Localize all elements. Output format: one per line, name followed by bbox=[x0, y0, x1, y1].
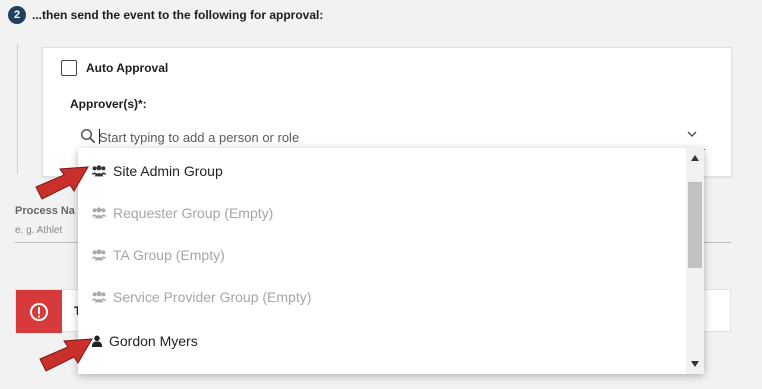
process-name-label: Process Na bbox=[15, 205, 75, 217]
auto-approval-row[interactable]: Auto Approval bbox=[61, 60, 168, 76]
annotation-arrow-icon bbox=[39, 338, 93, 372]
dropdown-option-requester-group: Requester Group (Empty) bbox=[78, 192, 686, 234]
scrollbar-thumb[interactable] bbox=[688, 182, 702, 268]
dropdown-option-site-admin-group[interactable]: Site Admin Group bbox=[78, 150, 686, 192]
step-connector-line bbox=[17, 44, 18, 174]
auto-approval-label: Auto Approval bbox=[86, 61, 169, 75]
approver-search-field[interactable] bbox=[78, 125, 705, 150]
dropdown-option-label: Requester Group (Empty) bbox=[113, 205, 274, 221]
step-title: ...then send the event to the following … bbox=[32, 8, 324, 22]
search-icon bbox=[80, 128, 96, 144]
dropdown-option-service-provider-group: Service Provider Group (Empty) bbox=[78, 276, 686, 318]
step-header: 2 ...then send the event to the followin… bbox=[8, 6, 323, 24]
dropdown-option-gordon-myers[interactable]: Gordon Myers bbox=[78, 320, 686, 362]
chevron-down-icon[interactable] bbox=[685, 127, 699, 141]
auto-approval-checkbox[interactable] bbox=[61, 60, 77, 76]
alert-icon-box bbox=[16, 290, 62, 333]
dropdown-option-label: Site Admin Group bbox=[113, 163, 223, 179]
annotation-arrow-icon bbox=[35, 166, 89, 200]
text-cursor bbox=[99, 129, 100, 144]
dropdown-option-label: Gordon Myers bbox=[109, 333, 198, 349]
dropdown-scrollbar[interactable] bbox=[686, 148, 704, 374]
approver-dropdown: Site Admin Group Requester Group (Empty)… bbox=[78, 148, 704, 374]
process-name-input[interactable]: e. g. Athlet bbox=[15, 225, 62, 236]
dropdown-option-label: Service Provider Group (Empty) bbox=[113, 289, 312, 305]
scroll-down-icon[interactable] bbox=[690, 360, 700, 368]
dropdown-option-label: TA Group (Empty) bbox=[113, 247, 225, 263]
dropdown-option-ta-group: TA Group (Empty) bbox=[78, 234, 686, 276]
info-circle-icon bbox=[30, 302, 48, 321]
approvers-label: Approver(s)*: bbox=[70, 97, 147, 111]
group-icon bbox=[91, 249, 107, 261]
approver-search-input[interactable] bbox=[99, 127, 659, 147]
step-number-badge: 2 bbox=[8, 6, 26, 24]
scroll-up-icon[interactable] bbox=[690, 154, 700, 162]
group-icon bbox=[91, 165, 107, 177]
group-icon bbox=[91, 291, 107, 303]
group-icon bbox=[91, 207, 107, 219]
